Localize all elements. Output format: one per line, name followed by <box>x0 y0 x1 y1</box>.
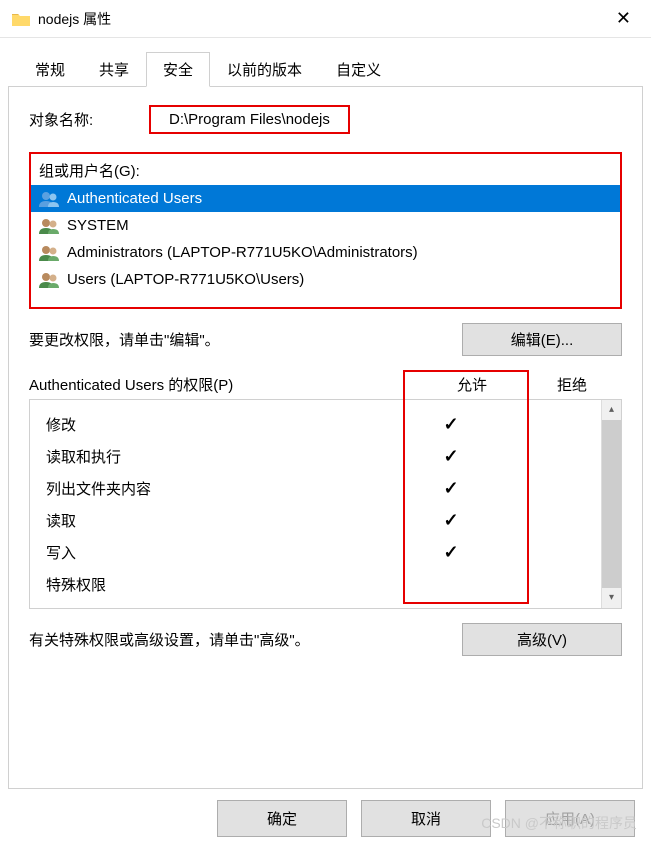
user-row-system[interactable]: SYSTEM <box>31 212 620 239</box>
scroll-down-icon[interactable]: ▾ <box>602 588 621 608</box>
user-list[interactable]: Authenticated Users SYSTEM Administrator… <box>31 185 620 293</box>
perm-row: 读取和执行✓ <box>30 440 601 472</box>
permissions-box: 修改✓ 读取和执行✓ 列出文件夹内容✓ 读取✓ 写入✓ 特殊权限 ▴ ▾ <box>29 399 622 609</box>
permissions-list[interactable]: 修改✓ 读取和执行✓ 列出文件夹内容✓ 读取✓ 写入✓ 特殊权限 <box>30 400 601 608</box>
ok-button[interactable]: 确定 <box>217 800 347 837</box>
perm-row: 读取✓ <box>30 504 601 536</box>
tab-security[interactable]: 安全 <box>146 52 210 87</box>
edit-button[interactable]: 编辑(E)... <box>462 323 622 356</box>
user-row-authenticated[interactable]: Authenticated Users <box>31 185 620 212</box>
user-name: Administrators (LAPTOP-R771U5KO\Administ… <box>67 244 418 261</box>
tab-prev-versions[interactable]: 以前的版本 <box>210 52 319 87</box>
perm-name: 列出文件夹内容 <box>46 478 401 499</box>
tab-customize[interactable]: 自定义 <box>319 52 398 87</box>
perm-row: 列出文件夹内容✓ <box>30 472 601 504</box>
titlebar: nodejs 属性 ✕ <box>0 0 651 38</box>
tabs: 常规 共享 安全 以前的版本 自定义 <box>0 38 651 87</box>
perm-row: 特殊权限 <box>30 568 601 600</box>
perm-row: 写入✓ <box>30 536 601 568</box>
check-icon: ✓ <box>401 414 501 435</box>
folder-icon <box>12 12 30 26</box>
edit-hint: 要更改权限，请单击"编辑"。 <box>29 329 220 350</box>
scroll-thumb[interactable] <box>602 420 621 588</box>
scrollbar[interactable]: ▴ ▾ <box>601 400 621 608</box>
users-icon <box>39 191 61 207</box>
perm-name: 特殊权限 <box>46 574 401 595</box>
check-icon: ✓ <box>401 510 501 531</box>
perm-name: 写入 <box>46 542 401 563</box>
object-name-label: 对象名称: <box>29 109 149 130</box>
allow-col-header: 允许 <box>422 374 522 395</box>
groups-box: 组或用户名(G): Authenticated Users SYSTEM Adm… <box>29 152 622 309</box>
window-title: nodejs 属性 <box>38 9 608 29</box>
user-name: Authenticated Users <box>67 190 202 207</box>
tab-sharing[interactable]: 共享 <box>82 52 146 87</box>
user-name: SYSTEM <box>67 217 129 234</box>
user-name: Users (LAPTOP-R771U5KO\Users) <box>67 271 304 288</box>
user-row-admins[interactable]: Administrators (LAPTOP-R771U5KO\Administ… <box>31 239 620 266</box>
users-icon <box>39 245 61 261</box>
object-path: D:\Program Files\nodejs <box>149 105 350 134</box>
check-icon: ✓ <box>401 478 501 499</box>
tab-general[interactable]: 常规 <box>18 52 82 87</box>
user-row-users[interactable]: Users (LAPTOP-R771U5KO\Users) <box>31 266 620 293</box>
check-icon: ✓ <box>401 542 501 563</box>
perm-row: 修改✓ <box>30 408 601 440</box>
cancel-button[interactable]: 取消 <box>361 800 491 837</box>
groups-label: 组或用户名(G): <box>31 160 620 181</box>
security-panel: 对象名称: D:\Program Files\nodejs 组或用户名(G): … <box>8 86 643 789</box>
perm-header-label: Authenticated Users 的权限(P) <box>29 374 422 395</box>
deny-col-header: 拒绝 <box>522 374 622 395</box>
perm-name: 读取 <box>46 510 401 531</box>
perm-name: 读取和执行 <box>46 446 401 467</box>
close-button[interactable]: ✕ <box>608 8 639 29</box>
advanced-hint: 有关特殊权限或高级设置，请单击"高级"。 <box>29 629 310 650</box>
perm-name: 修改 <box>46 414 401 435</box>
advanced-button[interactable]: 高级(V) <box>462 623 622 656</box>
check-icon: ✓ <box>401 446 501 467</box>
users-icon <box>39 218 61 234</box>
users-icon <box>39 272 61 288</box>
watermark: CSDN @不称职的程序员 <box>481 813 637 833</box>
scroll-up-icon[interactable]: ▴ <box>602 400 621 420</box>
